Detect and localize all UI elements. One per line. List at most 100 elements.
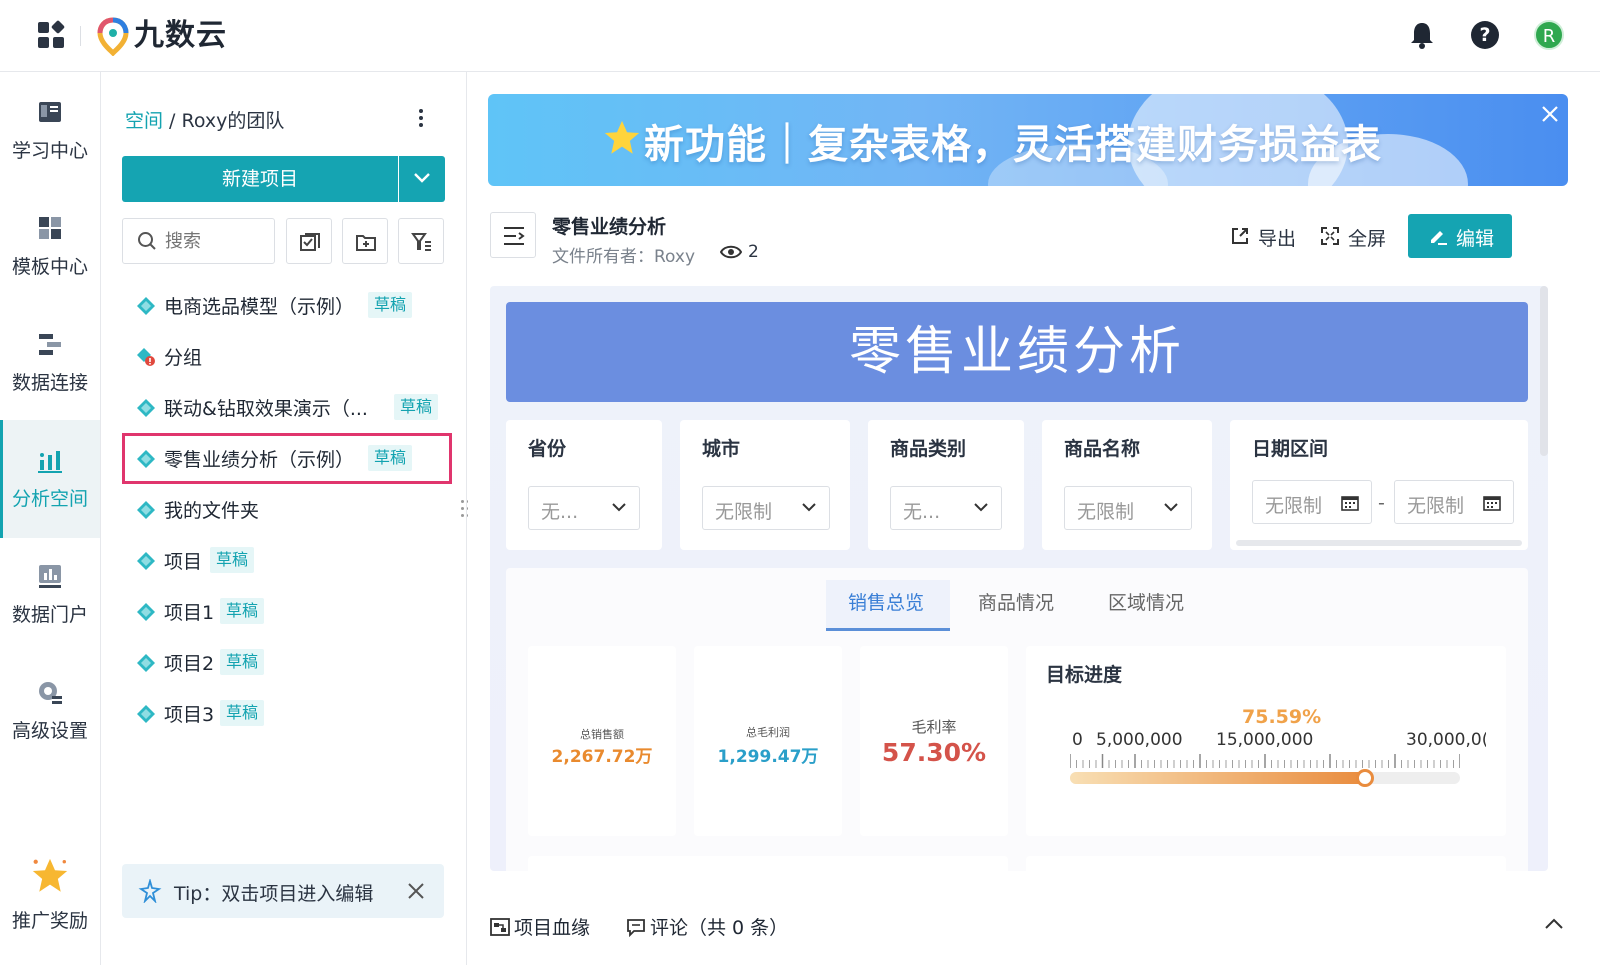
- tab-products[interactable]: 商品情况: [978, 588, 1054, 615]
- folder-diamond-icon: [137, 501, 155, 519]
- search-input[interactable]: [165, 229, 265, 253]
- project-item[interactable]: 项目3 草稿: [122, 688, 452, 739]
- goal-scale-ticks: [1070, 754, 1460, 768]
- rail-label: 学习中心: [11, 140, 88, 162]
- goal-tick-label: 0: [1072, 730, 1083, 750]
- goal-progress-knob: [1355, 769, 1374, 787]
- tab-sales-overview[interactable]: 销售总览: [848, 588, 924, 615]
- rail-item-portal[interactable]: 数据门户: [0, 536, 100, 654]
- rail-label: 数据门户: [11, 604, 88, 626]
- project-name: 分组: [164, 347, 203, 369]
- filter-label: 省份: [528, 438, 567, 460]
- draft-badge: 草稿: [210, 547, 255, 573]
- outline-toggle-button[interactable]: [490, 212, 536, 258]
- apps-grid-icon[interactable]: [38, 19, 66, 50]
- template-icon: [39, 217, 61, 239]
- rail-label: 数据连接: [11, 372, 88, 394]
- rail-item-learning[interactable]: 学习中心: [0, 72, 100, 190]
- dashboard-scrollbar[interactable]: [1540, 286, 1548, 456]
- gear-icon: [39, 682, 62, 704]
- project-diamond-icon: [137, 297, 155, 315]
- document-owner: 文件所有者：Roxy: [552, 247, 696, 267]
- group-icon: [137, 348, 155, 366]
- goal-tick-label: 5,000,000: [1096, 730, 1183, 750]
- filter-category: 商品类别 无...: [868, 420, 1024, 550]
- chart-card-peek: [528, 856, 1008, 871]
- filter-label: 日期区间: [1252, 438, 1329, 460]
- breadcrumb-root-link[interactable]: 空间: [125, 110, 163, 132]
- project-item[interactable]: 电商选品模型（示例） 草稿: [122, 280, 452, 331]
- edit-label: 编辑: [1456, 228, 1495, 250]
- project-item[interactable]: 联动&钻取效果演示（... 草稿: [122, 382, 452, 433]
- filter-scrollbar[interactable]: [1236, 540, 1522, 546]
- lineage-label: 项目血缘: [514, 917, 591, 939]
- project-name: 项目1: [164, 602, 215, 624]
- project-item[interactable]: 分组: [122, 331, 452, 382]
- divider: [80, 26, 81, 46]
- batch-select-button[interactable]: [286, 218, 332, 264]
- kpi-value: 2,267.72万: [551, 747, 653, 767]
- rail-item-templates[interactable]: 模板中心: [0, 188, 100, 306]
- new-folder-button[interactable]: [342, 218, 388, 264]
- fullscreen-icon: [1321, 227, 1339, 245]
- export-icon: [1232, 228, 1248, 244]
- new-project-button[interactable]: 新建项目: [122, 156, 398, 202]
- tip-text: Tip：双击项目进入编辑: [174, 883, 374, 905]
- more-options-icon[interactable]: [413, 106, 429, 130]
- product-select[interactable]: 无限制: [1064, 486, 1192, 530]
- new-project-dropdown[interactable]: [399, 156, 445, 202]
- star-icon: [604, 120, 640, 154]
- calendar-icon: [1483, 496, 1501, 511]
- goal-tick-label: 15,000,000: [1216, 730, 1314, 750]
- search-field[interactable]: [122, 218, 275, 264]
- city-select[interactable]: 无限制: [702, 486, 830, 530]
- filter-sort-button[interactable]: [398, 218, 444, 264]
- project-item-selected[interactable]: 零售业绩分析（示例） 草稿: [122, 433, 452, 484]
- tab-regions[interactable]: 区域情况: [1108, 588, 1184, 615]
- close-icon[interactable]: [406, 881, 426, 901]
- filter-city: 城市 无限制: [680, 420, 850, 550]
- close-icon[interactable]: [1540, 104, 1560, 124]
- date-start-input[interactable]: 无限制: [1252, 480, 1372, 524]
- bottom-bar: 项目血缘 评论（共 0 条）: [468, 905, 1600, 965]
- project-diamond-icon: [137, 654, 155, 672]
- lineage-icon: [490, 918, 510, 936]
- province-select[interactable]: 无...: [528, 486, 640, 530]
- project-item[interactable]: 项目2 草稿: [122, 637, 452, 688]
- kpi-label: 毛利率: [911, 718, 957, 736]
- filter-icon: [411, 233, 431, 251]
- project-item[interactable]: 项目 草稿: [122, 535, 452, 586]
- kpi-value: 57.30%: [881, 738, 987, 767]
- goal-title: 目标进度: [1046, 664, 1123, 686]
- tip-bar: Tip：双击项目进入编辑: [122, 864, 444, 918]
- project-item[interactable]: 我的文件夹: [122, 484, 452, 535]
- chevron-down-icon: [1164, 503, 1178, 512]
- edit-button[interactable]: 编辑: [1408, 214, 1512, 258]
- avatar[interactable]: R: [1534, 20, 1564, 50]
- bell-icon[interactable]: [1408, 20, 1436, 50]
- rail-item-rewards[interactable]: 推广奖励: [0, 848, 100, 965]
- kpi-card-margin: 毛利率 57.30%: [860, 646, 1008, 836]
- top-bar: 九数云 ? R: [0, 0, 1600, 72]
- rail-item-settings[interactable]: 高级设置: [0, 652, 100, 770]
- goal-progress-track: [1070, 769, 1460, 787]
- chevron-up-icon[interactable]: [1544, 917, 1564, 931]
- filter-label: 商品名称: [1064, 438, 1141, 460]
- kpi-card-gross-profit: 总毛利润 1,299.47万: [694, 646, 842, 836]
- project-item[interactable]: 项目1 草稿: [122, 586, 452, 637]
- category-select[interactable]: 无...: [890, 486, 1002, 530]
- breadcrumb-team: Roxy的团队: [181, 110, 285, 132]
- rail-item-analysis[interactable]: 分析空间: [0, 420, 100, 538]
- breadcrumb: 空间 / Roxy的团队: [125, 106, 284, 133]
- draft-badge: 草稿: [220, 700, 265, 726]
- rail-item-data-connect[interactable]: 数据连接: [0, 304, 100, 422]
- feature-banner[interactable]: 新功能｜复杂表格，灵活搭建财务损益表: [488, 94, 1568, 186]
- project-diamond-icon: [137, 705, 155, 723]
- filter-label: 城市: [702, 438, 741, 460]
- date-end-input[interactable]: 无限制: [1394, 480, 1514, 524]
- export-label: 导出: [1258, 228, 1297, 250]
- search-icon: [138, 232, 156, 250]
- project-name: 项目3: [164, 704, 215, 726]
- project-panel: 空间 / Roxy的团队 新建项目 电商选品模型（示例） 草稿 分组 联动&钻取…: [101, 72, 467, 965]
- help-icon[interactable]: ?: [1471, 21, 1499, 49]
